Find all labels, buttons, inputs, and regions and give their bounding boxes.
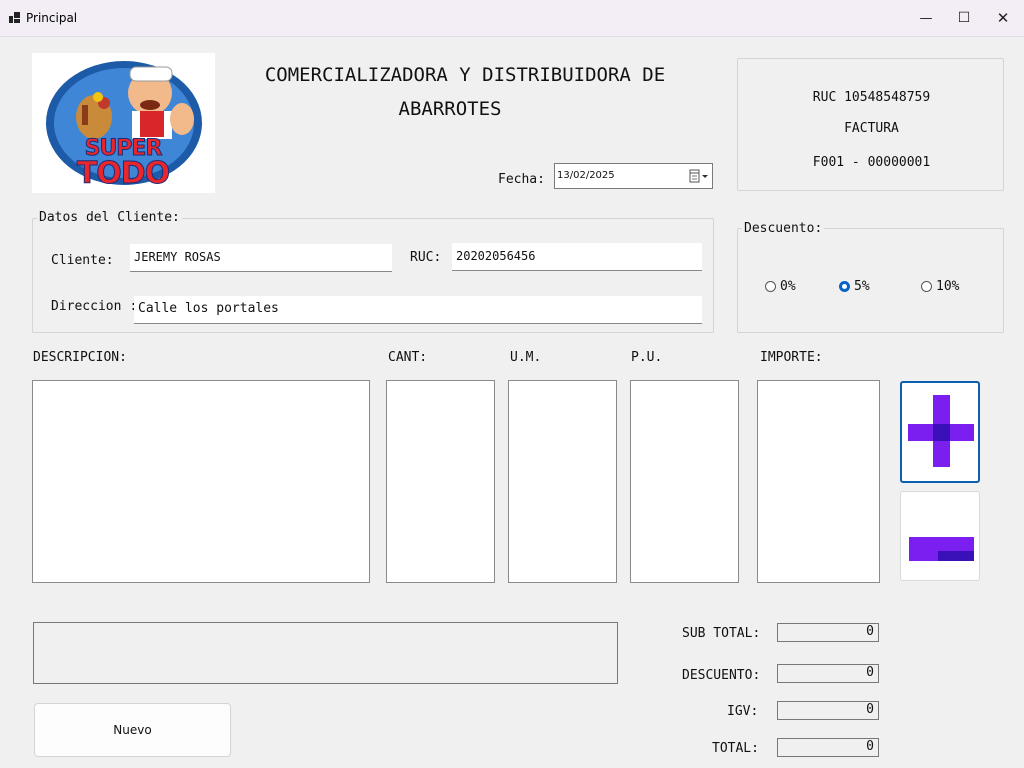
client-ruc-field[interactable]: 20202056456 <box>452 243 702 271</box>
date-value: 13/02/2025 <box>557 170 615 181</box>
descripcion-header: DESCRIPCION: <box>33 350 127 365</box>
radio-indicator-selected <box>839 281 850 292</box>
client-name-field[interactable]: JEREMY ROSAS <box>130 244 392 272</box>
company-name-line2: ABARROTES <box>398 98 502 120</box>
minimize-button[interactable]: — <box>906 0 946 36</box>
address-field[interactable]: Calle los portales <box>134 296 702 324</box>
descuento-label: DESCUENTO: <box>682 668 761 683</box>
total-value: 0 <box>777 738 879 757</box>
company-ruc: RUC 10548548759 <box>812 90 931 105</box>
maximize-button[interactable]: ☐ <box>944 0 984 36</box>
calendar-dropdown-icon[interactable] <box>689 169 709 183</box>
date-label: Fecha: <box>498 172 545 187</box>
igv-label: IGV: <box>727 704 759 719</box>
pu-header: P.U. <box>631 350 663 365</box>
cant-list[interactable] <box>386 380 495 583</box>
main-window: Principal — ☐ ✕ SUPER TODO COMERCIALIZAD… <box>0 0 1024 768</box>
total-label: TOTAL: <box>712 741 759 756</box>
close-button[interactable]: ✕ <box>983 0 1023 36</box>
nuevo-button-label: Nuevo <box>113 723 152 737</box>
minimize-icon: — <box>919 10 933 26</box>
company-logo: SUPER TODO <box>32 53 215 193</box>
client-ruc-label: RUC: <box>410 250 442 265</box>
app-icon <box>9 12 20 23</box>
cant-header: CANT: <box>388 350 428 365</box>
client-name-label: Cliente: <box>51 253 114 268</box>
nuevo-button[interactable]: Nuevo <box>34 703 231 757</box>
um-list[interactable] <box>508 380 617 583</box>
subtotal-label: SUB TOTAL: <box>682 626 761 641</box>
importe-list[interactable] <box>757 380 880 583</box>
remove-item-button[interactable] <box>900 491 980 581</box>
pu-list[interactable] <box>630 380 739 583</box>
logo-text-todo: TODO <box>76 156 170 192</box>
igv-value: 0 <box>777 701 879 720</box>
radio-indicator <box>921 281 932 292</box>
discount-group-title: Descuento: <box>742 221 825 236</box>
client-group-title: Datos del Cliente: <box>37 210 182 225</box>
document-type: FACTURA <box>844 121 899 136</box>
descuento-value: 0 <box>777 664 879 683</box>
title-bar: Principal — ☐ ✕ <box>0 0 1024 37</box>
address-label: Direccion: <box>51 299 137 314</box>
um-header: U.M. <box>510 350 542 365</box>
discount-radio-10[interactable]: 10% <box>921 279 959 294</box>
invoice-number: F001 - 00000001 <box>812 155 931 170</box>
date-picker[interactable]: 13/02/2025 <box>554 163 713 189</box>
discount-radio-5[interactable]: 5% <box>839 279 870 294</box>
plus-icon <box>908 395 974 467</box>
notes-panel <box>33 622 618 684</box>
subtotal-value: 0 <box>777 623 879 642</box>
close-icon: ✕ <box>996 9 1010 27</box>
maximize-icon: ☐ <box>957 10 971 26</box>
add-item-button[interactable] <box>900 381 980 483</box>
discount-radio-0[interactable]: 0% <box>765 279 796 294</box>
company-name-line1: COMERCIALIZADORA Y DISTRIBUIDORA DE <box>264 64 666 86</box>
window-title: Principal <box>26 11 78 25</box>
descripcion-list[interactable] <box>32 380 370 583</box>
radio-indicator <box>765 281 776 292</box>
invoice-info-box: RUC 10548548759 FACTURA F001 - 00000001 <box>737 58 1004 191</box>
importe-header: IMPORTE: <box>760 350 823 365</box>
minus-icon <box>909 537 974 561</box>
